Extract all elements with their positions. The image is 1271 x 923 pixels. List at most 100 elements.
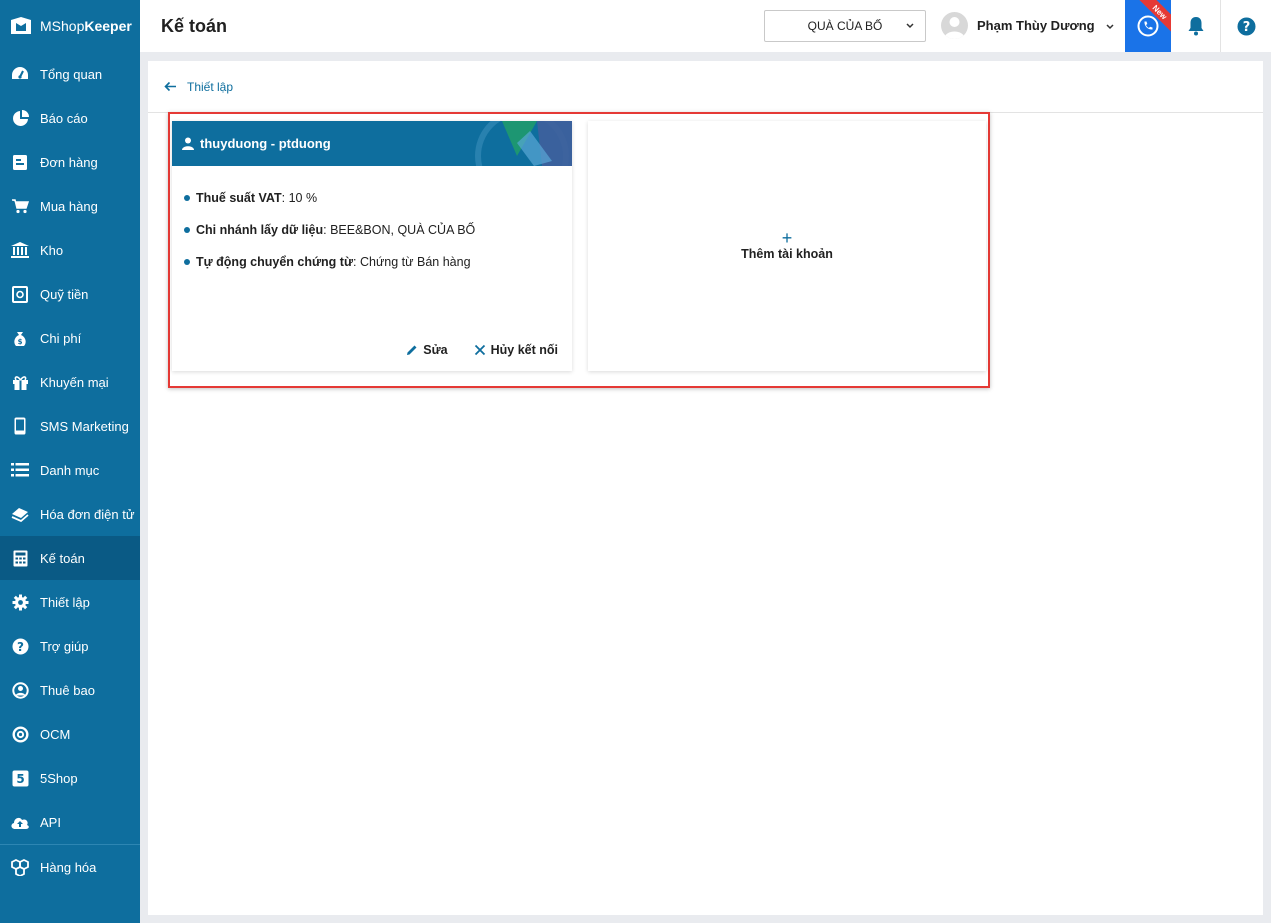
card-decoration-icon	[475, 121, 572, 166]
main-content: Thiết lập thuyduong - ptduong Thuế suất …	[148, 61, 1263, 915]
breadcrumb[interactable]: Thiết lập	[148, 61, 1263, 113]
bell-icon	[1188, 17, 1203, 36]
calculator-icon	[10, 548, 30, 568]
sidebar-item-label: Tổng quan	[40, 66, 103, 82]
row-value: : 10 %	[281, 191, 318, 205]
sidebar-item-mua-hang[interactable]: Mua hàng	[0, 184, 140, 228]
sidebar-item-label: OCM	[40, 726, 71, 742]
sidebar-item-label: API	[40, 814, 61, 830]
money-bag-icon: $	[10, 328, 30, 348]
order-icon	[10, 152, 30, 172]
row-value: : BEE&BON, QUÀ CỦA BỐ	[323, 223, 476, 237]
sidebar-item-label: Mua hàng	[40, 198, 98, 214]
add-account-card[interactable]: + Thêm tài khoản	[588, 121, 986, 371]
sidebar-item-label: Khuyến mại	[40, 374, 109, 390]
pencil-icon	[407, 345, 417, 355]
sidebar-item-kho[interactable]: Kho	[0, 228, 140, 272]
auto-transfer-row: Tự động chuyển chứng từ : Chứng từ Bán h…	[184, 246, 560, 278]
sidebar-item-ke-toan[interactable]: Kế toán	[0, 536, 140, 580]
cloud-upload-icon	[10, 812, 30, 832]
sidebar-item-khuyen-mai[interactable]: Khuyến mại	[0, 360, 140, 404]
gift-icon	[10, 372, 30, 392]
plus-icon: +	[781, 228, 793, 248]
edit-button[interactable]: Sửa	[406, 343, 448, 357]
account-card-header: thuyduong - ptduong	[172, 121, 572, 166]
phone-call-icon	[1137, 15, 1159, 37]
invoice-icon	[10, 504, 30, 524]
sidebar-item-don-hang[interactable]: Đơn hàng	[0, 140, 140, 184]
sidebar-item-label: Thuê bao	[40, 682, 95, 698]
sidebar-item-thue-bao[interactable]: Thuê bao	[0, 668, 140, 712]
arrow-left-icon	[164, 81, 176, 92]
sidebar-item-hang-hoa[interactable]: Hàng hóa	[0, 844, 140, 890]
sidebar-item-label: Hàng hóa	[40, 860, 97, 875]
brand-logo-icon	[11, 17, 31, 34]
list-icon	[10, 460, 30, 480]
store-select[interactable]: QUÀ CỦA BỐ	[764, 10, 926, 42]
edit-label: Sửa	[423, 343, 448, 357]
sidebar-item-sms-marketing[interactable]: SMS Marketing	[0, 404, 140, 448]
cart-icon	[10, 196, 30, 216]
avatar	[941, 12, 968, 39]
pie-chart-icon	[10, 108, 30, 128]
brand[interactable]: MShopKeeper	[0, 0, 140, 52]
account-card-actions: Sửa Hủy kết nối	[406, 343, 558, 357]
sidebar-item-label: Trợ giúp	[40, 638, 89, 654]
sidebar-item-label: Quỹ tiền	[40, 286, 89, 302]
sidebar-item-tro-giup[interactable]: ? Trợ giúp	[0, 624, 140, 668]
sidebar-item-label: Thiết lập	[40, 594, 90, 610]
sidebar-item-quy-tien[interactable]: Quỹ tiền	[0, 272, 140, 316]
disconnect-button[interactable]: Hủy kết nối	[474, 343, 558, 357]
help-button[interactable]: ?	[1221, 0, 1271, 52]
gear-icon	[10, 592, 30, 612]
help-icon: ?	[1237, 17, 1255, 35]
boxes-icon	[10, 858, 30, 878]
sidebar-item-label: Đơn hàng	[40, 154, 98, 170]
user-icon	[182, 137, 194, 150]
sidebar-item-bao-cao[interactable]: Báo cáo	[0, 96, 140, 140]
hotline-button[interactable]: New	[1125, 0, 1171, 52]
close-icon	[474, 344, 485, 356]
row-value: : Chứng từ Bán hàng	[353, 255, 471, 269]
sidebar-item-label: Danh mục	[40, 462, 100, 478]
svg-text:$: $	[18, 338, 23, 346]
sidebar-item-label: SMS Marketing	[40, 418, 129, 434]
top-header: Kế toán QUÀ CỦA BỐ Phạm Thùy Dương New ?	[140, 0, 1271, 52]
sidebar-item-label: Hóa đơn điện tử	[40, 506, 135, 522]
svg-text:?: ?	[1242, 20, 1250, 35]
sidebar-item-danh-muc[interactable]: Danh mục	[0, 448, 140, 492]
sidebar-item-api[interactable]: API	[0, 800, 140, 844]
row-key: Tự động chuyển chứng từ	[196, 255, 354, 269]
sidebar-item-thiet-lap[interactable]: Thiết lập	[0, 580, 140, 624]
disconnect-label: Hủy kết nối	[490, 343, 558, 357]
sidebar-item-label: Báo cáo	[40, 110, 88, 126]
sidebar-item-ocm[interactable]: OCM	[0, 712, 140, 756]
sidebar-item-5shop[interactable]: 5 5Shop	[0, 756, 140, 800]
ocm-icon	[10, 724, 30, 744]
chevron-down-icon	[906, 23, 914, 29]
brand-name: MShopKeeper	[40, 18, 132, 34]
user-name: Phạm Thùy Dương	[977, 18, 1095, 33]
vat-rate-row: Thuế suất VAT : 10 %	[184, 182, 560, 214]
branch-row: Chi nhánh lấy dữ liệu : BEE&BON, QUÀ CỦA…	[184, 214, 560, 246]
user-circle-icon	[10, 680, 30, 700]
phone-icon	[10, 416, 30, 436]
store-select-value: QUÀ CỦA BỐ	[807, 19, 883, 33]
bullet-icon	[184, 195, 190, 201]
safe-icon	[10, 284, 30, 304]
sidebar-item-tong-quan[interactable]: Tổng quan	[0, 52, 140, 96]
bullet-icon	[184, 259, 190, 265]
dashboard-icon	[10, 64, 30, 84]
chevron-down-icon	[1106, 23, 1114, 29]
user-menu[interactable]: Phạm Thùy Dương	[941, 12, 1115, 39]
sidebar-item-label: 5Shop	[40, 770, 78, 786]
svg-text:5: 5	[16, 772, 24, 786]
row-key: Chi nhánh lấy dữ liệu	[196, 223, 324, 237]
sidebar: MShopKeeper Tổng quan Báo cáo Đơn hàng M…	[0, 0, 140, 923]
warehouse-icon	[10, 240, 30, 260]
notification-button[interactable]	[1171, 0, 1221, 52]
sidebar-item-hoa-don-dien-tu[interactable]: Hóa đơn điện tử	[0, 492, 140, 536]
help-icon: ?	[10, 636, 30, 656]
bullet-icon	[184, 227, 190, 233]
sidebar-item-chi-phi[interactable]: $ Chi phí	[0, 316, 140, 360]
